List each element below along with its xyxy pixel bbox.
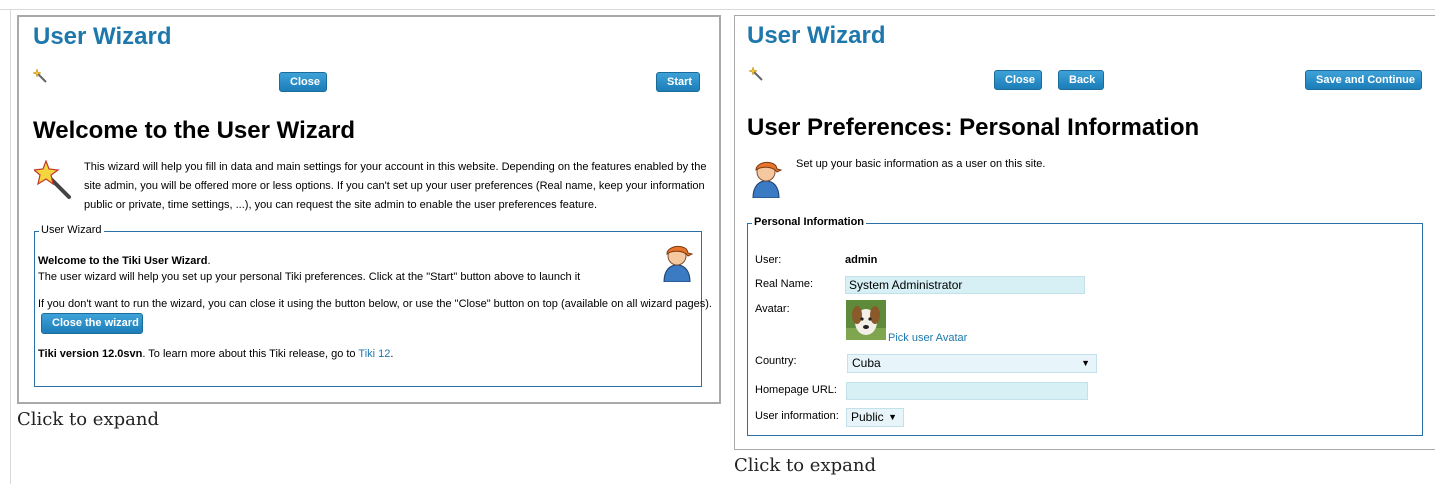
user-information-select[interactable]: Public ▼ — [846, 408, 904, 427]
screenshot-welcome[interactable]: User Wizard Close Start Welcome to the U… — [17, 15, 721, 404]
magic-wand-icon — [33, 69, 47, 83]
chevron-down-icon: ▼ — [888, 412, 897, 422]
personal-information-fieldset: Personal Information User: admin Real Na… — [747, 216, 1423, 436]
tiki-link[interactable]: Tiki 12 — [358, 348, 390, 360]
intro-line: This wizard will help you fill in data a… — [84, 161, 707, 173]
screenshot-personal-info[interactable]: User Wizard Close Back Save and Continue… — [734, 15, 1435, 450]
welcome-description: The user wizard will help you set up you… — [38, 271, 581, 283]
homepage-label: Homepage URL: — [755, 384, 837, 396]
wizard-title: User Wizard — [33, 23, 172, 50]
country-select[interactable]: Cuba ▼ — [847, 354, 1097, 373]
fieldset-legend: User Wizard — [39, 224, 104, 236]
save-and-continue-button[interactable]: Save and Continue — [1305, 70, 1422, 90]
expand-caption[interactable]: Click to expand — [17, 409, 159, 430]
page-divider-top — [0, 9, 1435, 10]
welcome-title: Welcome to the Tiki User Wizard — [38, 255, 208, 267]
wizard-title: User Wizard — [747, 22, 886, 49]
version-text: Tiki version 12.0svn. To learn more abou… — [38, 348, 394, 360]
close-button[interactable]: Close — [279, 72, 327, 92]
page-heading: Welcome to the User Wizard — [33, 117, 356, 144]
intro-line: site admin, you will be offered more or … — [84, 180, 705, 192]
fieldset-legend: Personal Information — [752, 216, 867, 228]
real-name-label: Real Name: — [755, 278, 814, 290]
back-button[interactable]: Back — [1058, 70, 1104, 90]
close-note: If you don't want to run the wizard, you… — [38, 298, 712, 310]
homepage-input[interactable] — [846, 382, 1088, 400]
page-heading: User Preferences: Personal Information — [747, 114, 1200, 141]
user-information-label: User information: — [755, 410, 839, 422]
intro-text: This wizard will help you fill in data a… — [84, 158, 714, 215]
user-value: admin — [845, 254, 878, 266]
intro-text: Set up your basic information as a user … — [796, 158, 1046, 170]
chevron-down-icon: ▼ — [1081, 358, 1090, 368]
real-name-input[interactable]: System Administrator — [845, 276, 1085, 294]
avatar-label: Avatar: — [755, 303, 790, 315]
start-button[interactable]: Start — [656, 72, 700, 92]
page-divider-left — [10, 9, 11, 484]
pick-avatar-link[interactable]: Pick user Avatar — [888, 332, 967, 344]
user-icon — [663, 245, 694, 282]
user-wizard-fieldset: User Wizard Welcome to the Tiki User Wiz… — [34, 224, 712, 387]
dog-avatar-image — [846, 300, 886, 340]
close-wizard-button[interactable]: Close the wizard — [41, 313, 143, 334]
intro-line: public or private, time settings, ...), … — [84, 199, 597, 211]
country-label: Country: — [755, 355, 797, 367]
magic-wand-icon — [34, 160, 71, 199]
user-icon — [752, 161, 783, 198]
user-label: User: — [755, 254, 782, 266]
close-button[interactable]: Close — [994, 70, 1042, 90]
expand-caption[interactable]: Click to expand — [734, 455, 876, 476]
magic-wand-icon — [749, 67, 763, 81]
